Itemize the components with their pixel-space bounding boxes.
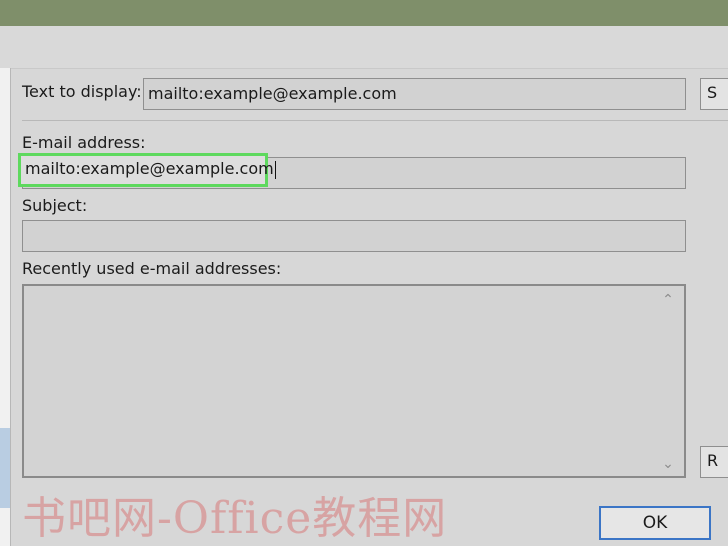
text-to-display-input[interactable]: mailto:example@example.com [143, 78, 686, 110]
window-top-bar [0, 0, 728, 26]
recent-addresses-label: Recently used e-mail addresses: [22, 259, 282, 278]
scroll-up-icon[interactable]: ⌃ [660, 292, 676, 308]
screen-tip-button[interactable]: S [700, 78, 728, 110]
link-to-selected-item[interactable] [0, 428, 10, 508]
text-to-display-label: Text to display: [22, 82, 142, 101]
link-to-pane [0, 68, 11, 546]
remove-link-button[interactable]: R [700, 446, 728, 478]
watermark-text: 书吧网-Office教程网 [22, 493, 448, 544]
separator-line [22, 120, 728, 121]
subject-label: Subject: [22, 196, 88, 215]
text-caret [274, 160, 276, 179]
email-highlight-box[interactable]: mailto:example@example.com [18, 153, 276, 187]
email-address-label: E-mail address: [22, 133, 146, 152]
insert-hyperlink-dialog: Text to display: mailto:example@example.… [0, 26, 728, 546]
scroll-down-icon[interactable]: ⌄ [660, 456, 676, 472]
recent-addresses-list[interactable]: ⌃ ⌄ [22, 284, 686, 478]
email-address-value: mailto:example@example.com [25, 159, 274, 178]
subject-input[interactable] [22, 220, 686, 252]
ok-button[interactable]: OK [599, 506, 711, 540]
dialog-title-strip [0, 26, 728, 69]
